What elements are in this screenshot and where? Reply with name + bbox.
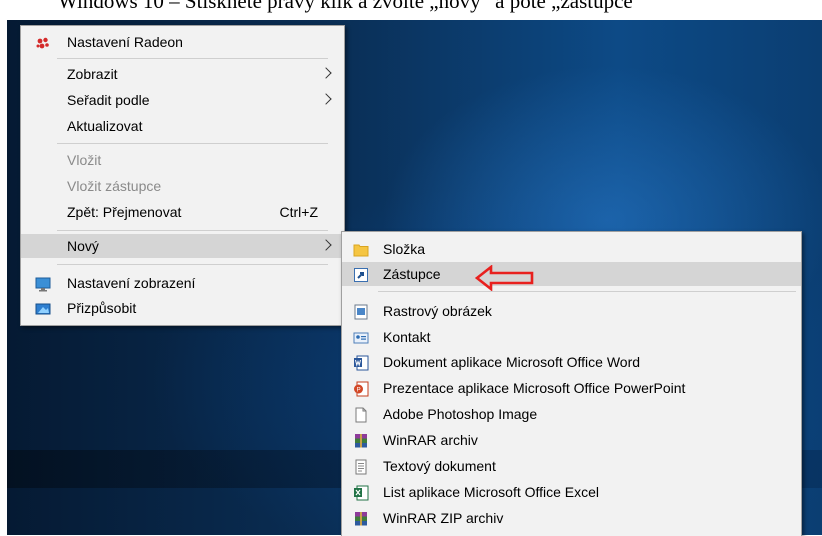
submenu-item-word-document[interactable]: Dokument aplikace Microsoft Office Word	[342, 350, 801, 374]
chevron-right-icon	[320, 67, 332, 79]
submenu-item-contact[interactable]: Kontakt	[342, 325, 801, 349]
powerpoint-icon: P	[353, 380, 369, 397]
winrar-zip-icon	[353, 510, 369, 526]
new-submenu: Složka Zástupce Rastrový obrázek Kontakt…	[341, 231, 802, 536]
annotation-arrow	[474, 264, 535, 292]
submenu-item-winrar[interactable]: WinRAR archiv	[342, 428, 801, 452]
shortcut-icon	[353, 266, 369, 282]
page-caption-text: Windows 10 – Stiskněte pravý klik a zvol…	[58, 0, 643, 13]
submenu-item-shortcut[interactable]: Zástupce	[342, 262, 801, 286]
menu-item-paste[interactable]: Vložit	[21, 148, 344, 172]
menu-item-view[interactable]: Zobrazit	[21, 62, 344, 86]
menu-item-sort-by[interactable]: Seřadit podle	[21, 88, 344, 112]
display-settings-icon	[35, 275, 51, 292]
radeon-icon	[35, 34, 51, 50]
menu-item-refresh[interactable]: Aktualizovat	[21, 114, 344, 138]
chevron-right-icon	[320, 93, 332, 105]
menu-separator	[57, 58, 328, 59]
contact-icon	[353, 329, 369, 345]
word-document-icon	[353, 354, 369, 371]
menu-separator	[57, 143, 328, 144]
photoshop-file-icon	[353, 406, 369, 423]
submenu-item-powerpoint[interactable]: P Prezentace aplikace Microsoft Office P…	[342, 376, 801, 400]
folder-icon	[353, 241, 369, 257]
menu-separator	[378, 291, 796, 292]
submenu-item-folder[interactable]: Složka	[342, 237, 801, 261]
menu-item-radeon-settings[interactable]: Nastavení Radeon	[21, 30, 344, 54]
submenu-item-winrar-zip[interactable]: WinRAR ZIP archiv	[342, 506, 801, 530]
chevron-right-icon	[320, 239, 332, 251]
menu-item-paste-shortcut[interactable]: Vložit zástupce	[21, 174, 344, 198]
shortcut-hint: Ctrl+Z	[279, 204, 319, 220]
submenu-item-excel[interactable]: List aplikace Microsoft Office Excel	[342, 480, 801, 504]
menu-separator	[57, 230, 328, 231]
submenu-item-bitmap[interactable]: Rastrový obrázek	[342, 299, 801, 323]
context-menu: Nastavení Radeon Zobrazit Seřadit podle …	[20, 25, 345, 326]
menu-item-undo-rename[interactable]: Zpět: Přejmenovat Ctrl+Z	[21, 200, 344, 224]
excel-icon	[353, 484, 369, 501]
winrar-icon	[353, 432, 369, 448]
page-caption: Windows 10 – Stiskněte pravý klik a zvol…	[0, 0, 822, 20]
text-document-icon	[353, 458, 369, 475]
menu-item-personalize[interactable]: Přizpůsobit	[21, 296, 344, 320]
menu-item-new[interactable]: Nový	[21, 234, 344, 258]
submenu-item-text-document[interactable]: Textový dokument	[342, 454, 801, 478]
svg-text:P: P	[357, 388, 361, 394]
bitmap-image-icon	[353, 303, 369, 320]
personalize-icon	[35, 300, 51, 316]
menu-item-display-settings[interactable]: Nastavení zobrazení	[21, 271, 344, 295]
menu-separator	[57, 264, 328, 265]
submenu-item-photoshop-image[interactable]: Adobe Photoshop Image	[342, 402, 801, 426]
